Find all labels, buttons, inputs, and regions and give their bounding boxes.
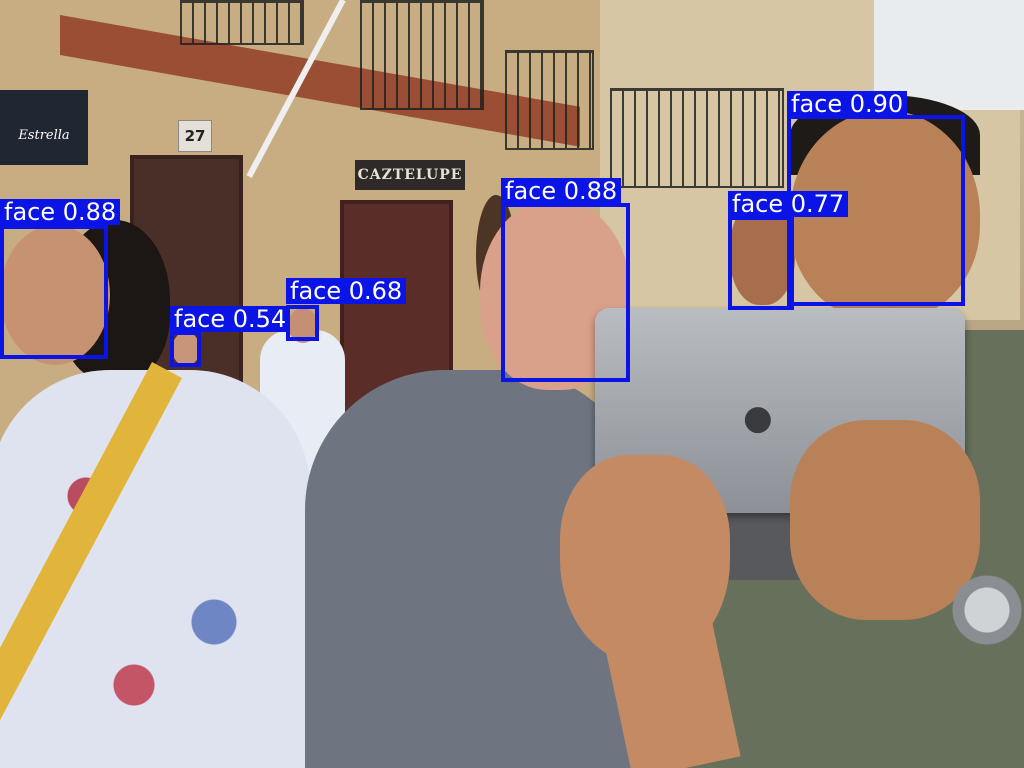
balcony bbox=[180, 0, 304, 45]
restaurant-sign: CAZTELUPE bbox=[355, 160, 465, 190]
right-hand bbox=[790, 420, 980, 620]
beer-sign: Estrella bbox=[0, 90, 88, 165]
wristwatch-icon bbox=[950, 575, 1024, 645]
face-detection-label: face 0.88 bbox=[0, 199, 121, 225]
face-detection-label: face 0.54 bbox=[170, 306, 291, 332]
house-number-plate: 27 bbox=[178, 120, 212, 152]
annotated-photo: CAZTELUPE 27 Estrella ● face 0.88 face 0… bbox=[0, 0, 1024, 768]
face-detection-label: face 0.68 bbox=[286, 278, 407, 304]
face-detection-box bbox=[728, 216, 794, 310]
face-detection-box bbox=[170, 331, 201, 367]
left-hand bbox=[560, 455, 730, 665]
face-detection-box bbox=[286, 305, 319, 341]
face-detection-box bbox=[787, 115, 965, 306]
face-detection-box bbox=[501, 203, 630, 382]
balcony bbox=[505, 50, 594, 150]
face-detection-label: face 0.90 bbox=[787, 91, 908, 117]
balcony bbox=[360, 0, 484, 110]
balcony bbox=[610, 88, 784, 188]
face-detection-box bbox=[0, 225, 108, 359]
face-detection-label: face 0.88 bbox=[501, 178, 622, 204]
apple-logo-icon: ● bbox=[743, 398, 773, 438]
